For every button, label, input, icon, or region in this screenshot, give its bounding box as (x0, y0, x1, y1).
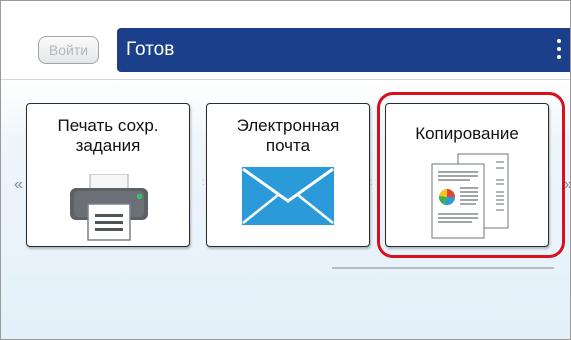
separator-dots: : (370, 177, 373, 188)
scroll-right-icon[interactable]: » (564, 176, 570, 194)
tile-email[interactable]: Электронная почта (206, 103, 370, 247)
login-button[interactable]: Войти (38, 36, 99, 64)
status-text: Готов (126, 39, 175, 60)
tile-label: Электронная почта (236, 116, 340, 155)
envelope-icon (242, 167, 334, 225)
printer-icon (70, 174, 148, 241)
separator-dots: : (202, 177, 205, 188)
page-indicator (332, 267, 554, 269)
more-menu-icon[interactable] (556, 39, 562, 61)
status-bar: Готов (117, 28, 570, 72)
tile-print-saved-jobs[interactable]: Печать сохр. задания (26, 103, 190, 247)
scroll-left-icon[interactable]: « (14, 176, 23, 194)
tile-label: Печать сохр. задания (57, 116, 159, 155)
header-divider (1, 79, 570, 80)
selection-highlight (377, 92, 565, 258)
app-frame: Войти Готов « » : : Печать сохр. задания… (0, 0, 571, 340)
